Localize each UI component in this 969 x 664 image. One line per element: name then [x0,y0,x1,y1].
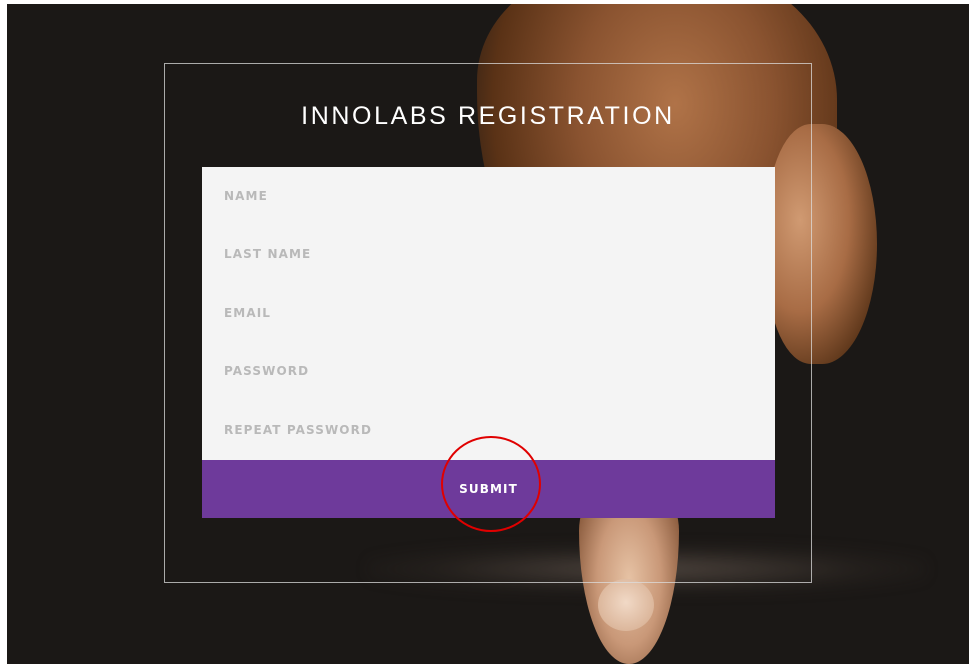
repeat-password-field-placeholder: REPEAT PASSWORD [224,423,373,437]
background-photo: INNOLABS REGISTRATION NAME LAST NAME EMA… [7,4,969,664]
password-field-placeholder: PASSWORD [224,364,310,378]
last-name-field[interactable]: LAST NAME [202,225,775,283]
repeat-password-field[interactable]: REPEAT PASSWORD [202,401,775,459]
submit-button[interactable]: SUBMIT [202,460,775,518]
email-field-placeholder: EMAIL [224,306,272,320]
email-field[interactable]: EMAIL [202,284,775,342]
registration-form: NAME LAST NAME EMAIL PASSWORD REPEAT PAS… [202,167,775,518]
last-name-field-placeholder: LAST NAME [224,247,312,261]
password-field[interactable]: PASSWORD [202,342,775,400]
name-field[interactable]: NAME [202,167,775,225]
page-title: INNOLABS REGISTRATION [301,102,675,130]
name-field-placeholder: NAME [224,189,268,203]
fingernail-shape [598,579,654,631]
